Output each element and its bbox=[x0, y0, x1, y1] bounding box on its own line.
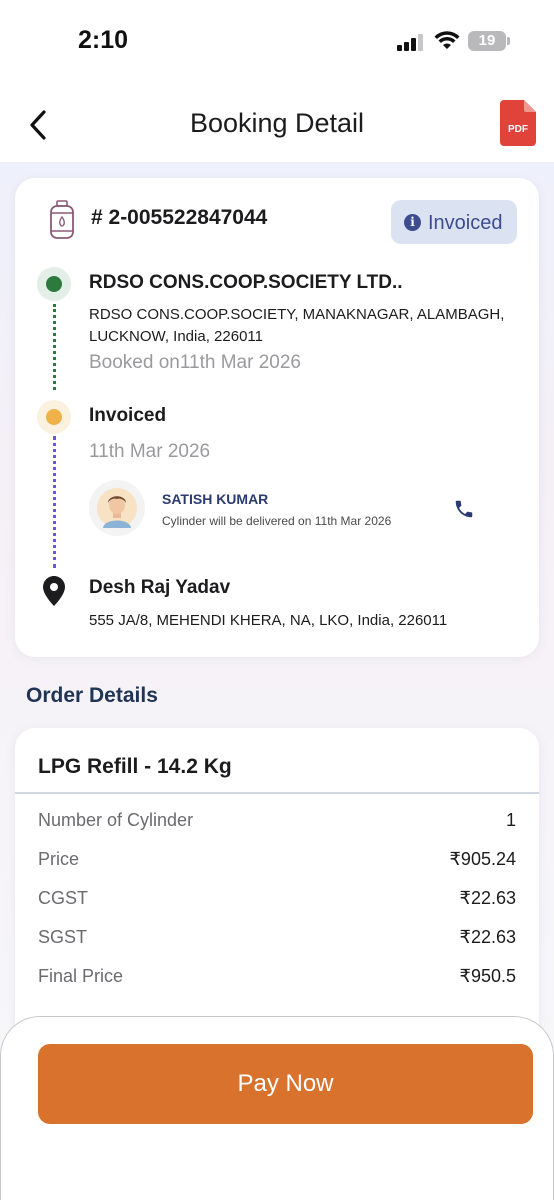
battery-tip bbox=[507, 37, 510, 45]
invoiced-title: Invoiced bbox=[89, 405, 167, 426]
order-row-value: ₹950.5 bbox=[459, 966, 517, 986]
svg-text:PDF: PDF bbox=[508, 124, 528, 135]
agent-avatar bbox=[89, 480, 145, 536]
receiver-address: 555 JA/8, MEHENDI KHERA, NA, LKO, India,… bbox=[89, 612, 448, 629]
sender-address: RDSO CONS.COOP.SOCIETY, MANAKNAGAR, ALAM… bbox=[89, 306, 505, 345]
booking-id: # 2-005522847044 bbox=[91, 206, 268, 229]
divider bbox=[15, 792, 539, 794]
receiver-name: Desh Raj Yadav bbox=[89, 577, 231, 598]
battery-indicator: 19 bbox=[468, 31, 506, 51]
phone-call-icon[interactable] bbox=[453, 498, 475, 520]
product-name: LPG Refill - 14.2 Kg bbox=[38, 755, 232, 778]
booked-on-date: Booked on11th Mar 2026 bbox=[89, 352, 301, 373]
order-row-label: SGST bbox=[38, 927, 88, 947]
gas-cylinder-icon bbox=[50, 200, 74, 239]
app-header: Booking Detail PDF bbox=[0, 80, 554, 162]
booking-card: # 2-005522847044 i Invoiced RDSO CONS.CO… bbox=[15, 178, 539, 657]
person-avatar-icon bbox=[97, 488, 137, 528]
order-row-sgst: SGST ₹22.63 bbox=[38, 927, 516, 953]
order-row-value: 1 bbox=[505, 810, 516, 830]
wifi-icon bbox=[434, 31, 460, 49]
pay-now-button[interactable]: Pay Now bbox=[38, 1044, 533, 1124]
page-title: Booking Detail bbox=[189, 108, 365, 138]
order-row-value: ₹22.63 bbox=[459, 888, 517, 908]
info-icon: i bbox=[404, 214, 421, 231]
status-bar: 2:10 19 bbox=[0, 0, 554, 80]
status-badge: i Invoiced bbox=[391, 200, 517, 244]
order-row-cgst: CGST ₹22.63 bbox=[38, 888, 516, 914]
timeline-dot-booked bbox=[37, 267, 71, 301]
timeline-connector-invoiced bbox=[53, 436, 56, 568]
sender-name: RDSO CONS.COOP.SOCIETY LTD.. bbox=[89, 272, 403, 293]
timeline-connector-booked bbox=[53, 304, 56, 390]
order-row-quantity: Number of Cylinder 1 bbox=[38, 810, 516, 836]
timeline-dot-invoiced bbox=[37, 400, 71, 434]
order-row-value: ₹22.63 bbox=[459, 927, 517, 947]
invoiced-date: 11th Mar 2026 bbox=[89, 441, 211, 462]
pdf-download-icon[interactable]: PDF bbox=[500, 100, 536, 146]
order-row-label: CGST bbox=[38, 888, 89, 908]
order-row-value: ₹905.24 bbox=[449, 849, 516, 869]
location-pin-icon bbox=[43, 576, 65, 606]
order-row-price: Price ₹905.24 bbox=[38, 849, 516, 875]
status-badge-label: Invoiced bbox=[428, 212, 503, 234]
order-row-final-price: Final Price ₹950.5 bbox=[38, 966, 516, 992]
status-time: 2:10 bbox=[78, 26, 129, 54]
order-details-heading: Order Details bbox=[26, 684, 158, 707]
delivery-note: Cylinder will be delivered on 11th Mar 2… bbox=[162, 514, 392, 528]
cellular-signal-icon bbox=[397, 34, 423, 51]
order-row-label: Final Price bbox=[38, 966, 124, 986]
order-row-label: Number of Cylinder bbox=[38, 810, 194, 830]
delivery-agent-name: SATISH KUMAR bbox=[162, 491, 269, 507]
order-row-label: Price bbox=[38, 849, 80, 869]
